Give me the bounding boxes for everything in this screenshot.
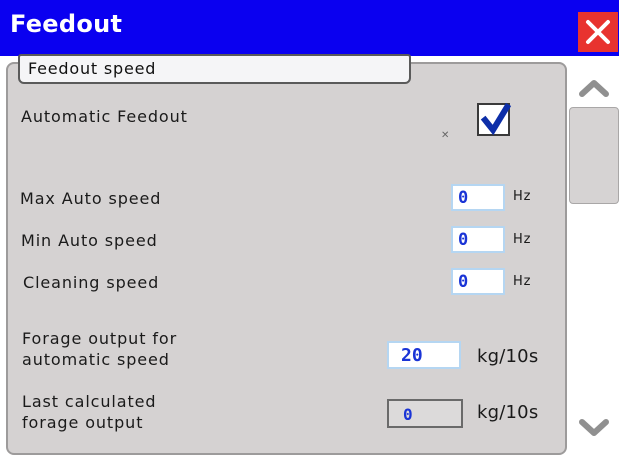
scroll-down-button[interactable] [569, 411, 619, 445]
close-icon [586, 20, 610, 44]
scroll-up-button[interactable] [569, 71, 619, 105]
scroll-thumb[interactable] [569, 107, 619, 204]
checkmark-icon [480, 103, 512, 136]
forage-output-label-line2: automatic speed [22, 350, 170, 369]
max-auto-speed-label: Max Auto speed [20, 189, 162, 208]
min-auto-speed-unit: Hz [513, 232, 532, 247]
last-output-unit: kg/10s [477, 402, 539, 423]
close-button[interactable] [578, 12, 618, 52]
chevron-down-icon [579, 419, 609, 436]
cleaning-speed-label: Cleaning speed [23, 273, 160, 292]
forage-output-input[interactable]: 20 [387, 341, 461, 369]
forage-output-unit: kg/10s [477, 346, 539, 367]
last-output-label-line1: Last calculated [22, 392, 157, 411]
max-auto-speed-unit: Hz [513, 189, 532, 204]
last-output-label-line2: forage output [22, 413, 144, 432]
cleaning-speed-input[interactable]: 0 [451, 268, 505, 295]
group-tab-feedout-speed: Feedout speed [18, 54, 411, 84]
automatic-feedout-checkbox[interactable] [477, 103, 512, 136]
min-auto-speed-input[interactable]: 0 [451, 226, 505, 253]
automatic-feedout-label: Automatic Feedout [21, 107, 188, 126]
cursor-mark-icon: ✕ [441, 130, 450, 141]
chevron-up-icon [579, 80, 609, 97]
min-auto-speed-label: Min Auto speed [21, 231, 158, 250]
max-auto-speed-input[interactable]: 0 [451, 184, 505, 211]
window-title: Feedout [10, 10, 123, 38]
forage-output-label-line1: Forage output for [22, 329, 178, 348]
cleaning-speed-unit: Hz [513, 274, 532, 289]
title-bar: Feedout [0, 0, 619, 56]
last-output-value: 0 [387, 399, 463, 428]
scrollbar[interactable] [569, 56, 619, 457]
